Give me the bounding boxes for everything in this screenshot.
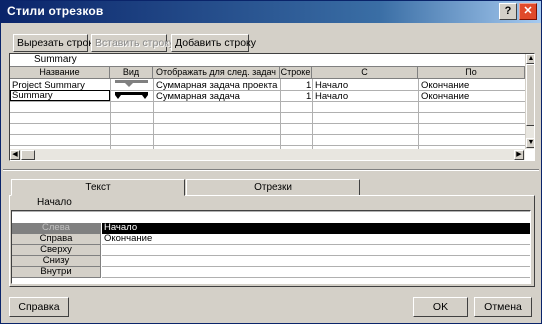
text-edit-value[interactable]: Начало (37, 197, 72, 208)
row-2-appearance[interactable] (115, 91, 149, 101)
ok-button[interactable]: OK (413, 297, 468, 317)
text-positions-table[interactable]: Слева Начало Справа Окончание Сверху Сни… (11, 210, 531, 284)
horizontal-scrollbar[interactable]: ◀ ▶ (10, 149, 525, 160)
column-header-row[interactable]: Строке (280, 67, 312, 79)
row-1-to[interactable]: Окончание (421, 80, 521, 91)
tab-text[interactable]: Текст (11, 179, 185, 196)
column-header-from[interactable]: С (312, 67, 418, 79)
column-header-appearance[interactable]: Вид (110, 67, 153, 79)
row-1-appearance[interactable] (115, 79, 149, 90)
tab-bars[interactable]: Отрезки (186, 179, 360, 196)
row-value-right[interactable]: Окончание (102, 234, 530, 245)
cut-row-button[interactable]: Вырезать строку (13, 34, 98, 52)
cancel-button[interactable]: Отмена (474, 297, 532, 317)
row-2-from[interactable]: Начало (315, 91, 415, 102)
row-2-show-for[interactable]: Суммарная задача (156, 91, 278, 102)
bar-styles-dialog: Стили отрезков ? ✕ Вырезать строку Встав… (0, 0, 542, 324)
column-header-to[interactable]: По (418, 67, 525, 79)
window-title: Стили отрезков (7, 4, 104, 18)
close-button[interactable]: ✕ (519, 3, 537, 20)
column-header-show-for[interactable]: Отображать для след. задач (153, 67, 280, 79)
help-title-button[interactable]: ? (499, 3, 517, 20)
section-divider (3, 169, 539, 171)
row-value-inside[interactable] (102, 267, 530, 278)
bar-styles-table[interactable]: Summary Название Вид Отображать для след… (9, 53, 535, 161)
bar-start-triangle (115, 95, 121, 99)
cell-edit-value[interactable]: Summary (34, 54, 77, 65)
scroll-up-arrow-icon[interactable]: ▲ (526, 54, 534, 64)
scroll-right-arrow-icon[interactable]: ▶ (514, 150, 524, 160)
vertical-scrollbar[interactable]: ▲ ▼ (525, 54, 534, 149)
row-label-inside[interactable]: Внутри (12, 267, 101, 278)
row-1-row[interactable]: 1 (306, 80, 312, 91)
bar-end-triangle (142, 95, 148, 99)
add-row-button[interactable]: Добавить строку (171, 34, 256, 52)
row-value-bottom[interactable] (102, 256, 530, 267)
horizontal-scroll-thumb[interactable] (21, 150, 35, 160)
bar-end-triangle (125, 83, 133, 87)
row-2-row[interactable]: 1 (306, 91, 312, 102)
scroll-down-arrow-icon[interactable]: ▼ (526, 138, 534, 148)
paste-row-button[interactable]: Вставить строку (91, 34, 174, 52)
cell-edit-line[interactable]: Summary (10, 54, 525, 67)
row-1-from[interactable]: Начало (315, 80, 415, 91)
row-1-show-for[interactable]: Суммарная задача проекта (156, 80, 278, 91)
row-value-top[interactable] (102, 245, 530, 256)
scroll-left-arrow-icon[interactable]: ◀ (10, 150, 20, 160)
text-edit-line[interactable]: Начало (11, 197, 101, 209)
title-bar[interactable]: Стили отрезков ? ✕ (1, 1, 541, 23)
vertical-scroll-thumb[interactable] (526, 64, 534, 126)
top-gridline (12, 211, 530, 212)
row-2-to[interactable]: Окончание (421, 91, 521, 102)
help-button[interactable]: Справка (9, 297, 69, 317)
row-value-left[interactable]: Начало (102, 223, 530, 234)
column-header-name[interactable]: Название (10, 67, 110, 79)
row-2-name[interactable]: Summary (10, 90, 110, 101)
